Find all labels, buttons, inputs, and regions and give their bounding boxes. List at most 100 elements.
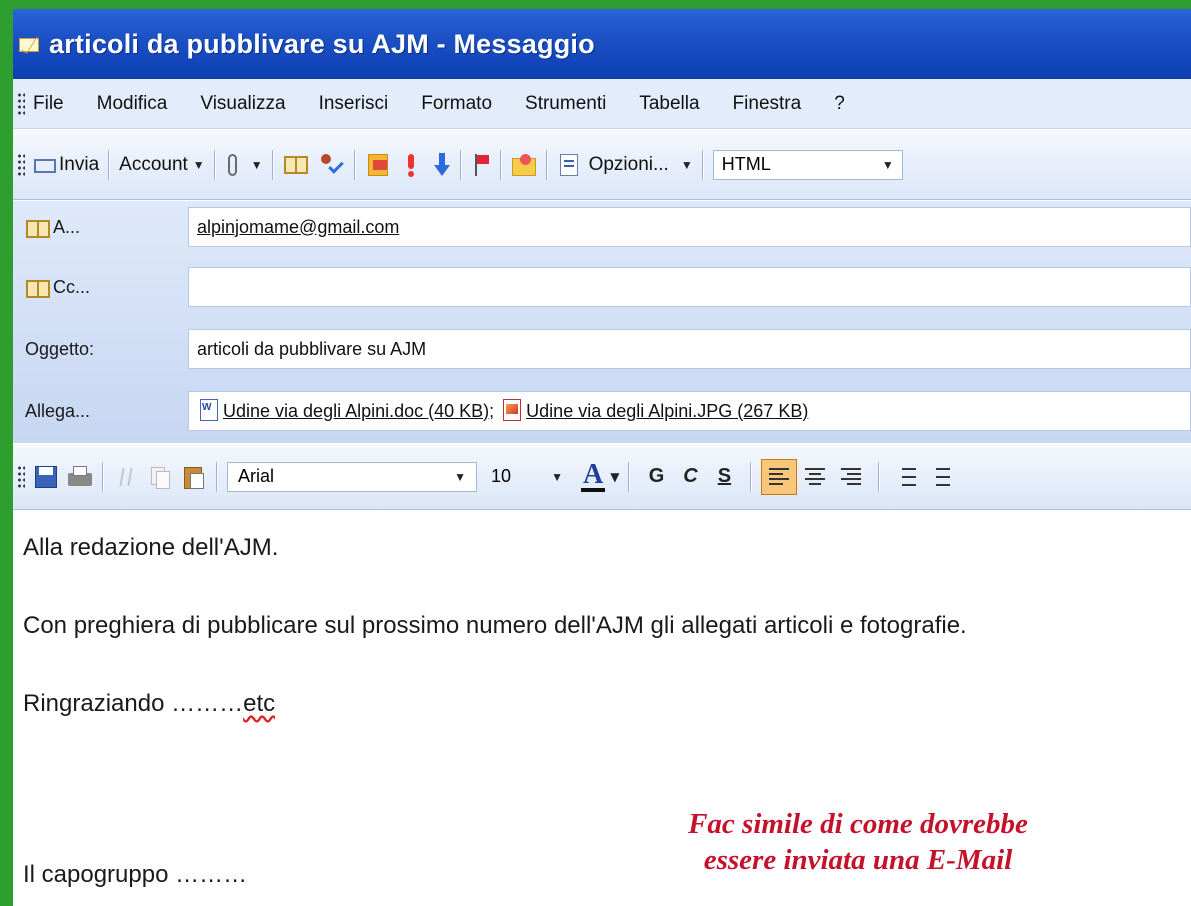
send-button[interactable]: Invia (33, 152, 99, 178)
toolbar-separator (216, 461, 218, 492)
copy-icon (147, 464, 173, 490)
align-center-button[interactable] (797, 459, 833, 495)
print-button[interactable] (67, 464, 93, 490)
attach-file-button[interactable]: ▼ (225, 152, 263, 178)
toolbar-separator (545, 149, 548, 180)
toolbar-separator (878, 461, 881, 492)
font-size-select[interactable]: 10 ▼ (483, 462, 571, 492)
align-right-button[interactable] (833, 459, 869, 495)
toolbar-separator (628, 461, 631, 492)
clipboard-paste-icon (181, 464, 207, 490)
to-button[interactable]: A... (13, 216, 185, 238)
annotation-note: Fac simile di come dovrebbe essere invia… (608, 806, 1108, 878)
attachment-jpg[interactable]: Udine via degli Alpini.JPG (267 KB) (526, 401, 808, 422)
font-family-select[interactable]: Arial ▼ (227, 461, 477, 492)
chevron-down-icon: ▼ (454, 469, 466, 484)
chevron-down-icon: ▼ (680, 157, 693, 172)
toolbar-grip-handle[interactable] (17, 152, 25, 177)
printer-icon (67, 464, 93, 490)
toolbar-separator (213, 149, 216, 180)
high-importance-button[interactable] (403, 152, 419, 178)
body-line-signature: Il capogruppo ……… (23, 861, 248, 888)
menu-strumenti[interactable]: Strumenti (525, 93, 606, 115)
paperclip-icon (225, 152, 239, 178)
underline-button[interactable]: S (707, 460, 741, 494)
flag-icon (471, 152, 491, 178)
italic-button[interactable]: C (673, 460, 707, 494)
toolbar-grip-handle[interactable] (17, 464, 25, 489)
menu-modifica[interactable]: Modifica (97, 93, 168, 115)
bold-button[interactable]: G (639, 460, 673, 494)
folder-icon (511, 152, 537, 178)
bullet-list-button[interactable] (923, 460, 957, 494)
window-title: articoli da pubblivare su AJM - Messaggi… (49, 28, 595, 59)
toolbar-separator (701, 149, 704, 180)
toolbar-separator (102, 461, 104, 492)
to-label: A... (53, 216, 81, 237)
low-importance-button[interactable] (433, 152, 451, 178)
account-button[interactable]: Account ▼ (119, 154, 205, 176)
attachment-doc[interactable]: Udine via degli Alpini.doc (40 KB) (223, 401, 489, 422)
account-label: Account (119, 153, 188, 175)
send-icon (33, 152, 59, 178)
attachments-field[interactable]: W Udine via degli Alpini.doc (40 KB) ; U… (188, 391, 1191, 431)
to-field[interactable]: alpinjomame@gmail.com (188, 207, 1191, 247)
follow-up-icon (365, 152, 391, 178)
options-label: Opzioni... (588, 153, 669, 175)
subject-label: Oggetto: (25, 338, 95, 359)
subject-field[interactable]: articoli da pubblivare su AJM (188, 329, 1191, 369)
flag-button[interactable] (471, 152, 491, 178)
save-disk-icon (33, 464, 59, 490)
font-color-button[interactable]: A ▼ (581, 458, 620, 492)
cc-label: Cc... (53, 276, 91, 297)
options-icon (557, 152, 583, 178)
body-line-request: Con preghiera di pubblicare sul prossimo… (23, 612, 967, 639)
toolbar-separator (750, 461, 753, 492)
scissors-icon (113, 464, 139, 490)
numbered-list-button[interactable] (889, 460, 923, 494)
numbered-list-icon (896, 467, 917, 486)
subject-row: Oggetto: articoli da pubblivare su AJM (13, 329, 1191, 369)
paste-button[interactable] (181, 464, 207, 490)
menu-finestra[interactable]: Finestra (733, 93, 802, 115)
toolbar-separator (499, 149, 502, 180)
message-format-value: HTML (721, 154, 771, 174)
check-names-button[interactable] (319, 152, 345, 178)
copy-button[interactable] (147, 464, 173, 490)
cc-field[interactable] (188, 267, 1191, 307)
formatting-toolbar: Arial ▼ 10 ▼ A ▼ G C S (13, 444, 1191, 510)
cut-button[interactable] (113, 464, 139, 490)
menu-tabella[interactable]: Tabella (639, 93, 699, 115)
permission-button[interactable] (511, 152, 537, 178)
chevron-down-icon: ▼ (250, 157, 263, 172)
chevron-down-icon: ▼ (881, 157, 894, 172)
follow-up-button[interactable] (365, 152, 391, 178)
font-family-value: Arial (238, 466, 275, 486)
annotation-line-2: essere inviata una E-Mail (703, 844, 1013, 876)
menu-file[interactable]: File (33, 93, 64, 115)
down-arrow-icon (433, 152, 451, 178)
address-book-icon (283, 152, 309, 178)
menu-formato[interactable]: Formato (421, 93, 492, 115)
attach-button[interactable]: Allega... (13, 401, 185, 422)
message-envelope-icon (19, 34, 41, 54)
menu-inserisci[interactable]: Inserisci (319, 93, 389, 115)
to-recipient[interactable]: alpinjomame@gmail.com (197, 217, 399, 238)
body-thanks-text: Ringraziando ……… (23, 690, 244, 717)
address-book-button[interactable] (283, 152, 309, 178)
bullet-list-icon (930, 467, 951, 486)
menu-visualizza[interactable]: Visualizza (200, 93, 285, 115)
menu-help[interactable]: ? (834, 93, 845, 115)
options-button[interactable]: Opzioni... ▼ (557, 152, 693, 178)
font-color-icon: A (581, 458, 606, 492)
align-left-button[interactable] (761, 458, 798, 495)
menu-bar: File Modifica Visualizza Inserisci Forma… (13, 79, 1191, 129)
message-format-select[interactable]: HTML ▼ (712, 149, 903, 180)
chevron-down-icon: ▼ (610, 469, 620, 484)
attachment-separator: ; (489, 400, 495, 421)
align-center-icon (805, 467, 826, 486)
cc-button[interactable]: Cc... (13, 276, 185, 298)
title-bar[interactable]: articoli da pubblivare su AJM - Messaggi… (13, 9, 1191, 79)
save-button[interactable] (33, 464, 59, 490)
menu-grip-handle[interactable] (17, 91, 25, 116)
